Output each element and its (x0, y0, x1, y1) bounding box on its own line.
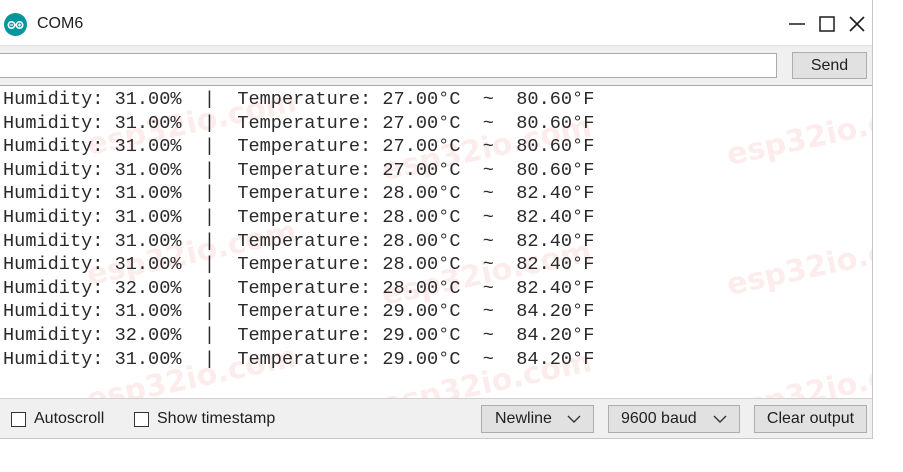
log-line: Humidity: 31.00% | Temperature: 27.00°C … (3, 112, 595, 134)
log-line: Humidity: 31.00% | Temperature: 27.00°C … (3, 136, 595, 158)
maximize-button[interactable] (816, 13, 838, 35)
chevron-down-icon (567, 415, 581, 423)
watermark: esp32io.com (723, 94, 872, 173)
log-line: Humidity: 32.00% | Temperature: 29.00°C … (3, 324, 595, 346)
baud-rate-value: 9600 baud (621, 410, 697, 427)
log-line: Humidity: 31.00% | Temperature: 27.00°C … (3, 89, 595, 110)
log-line: Humidity: 31.00% | Temperature: 29.00°C … (3, 348, 595, 370)
log-line: Humidity: 31.00% | Temperature: 28.00°C … (3, 254, 595, 276)
send-button[interactable]: Send (792, 52, 867, 79)
serial-input[interactable] (0, 53, 777, 78)
log-line: Humidity: 31.00% | Temperature: 29.00°C … (3, 301, 595, 323)
title-bar: COM6 (0, 0, 872, 45)
window-title: COM6 (37, 15, 84, 32)
line-ending-select[interactable]: Newline (481, 405, 594, 433)
close-icon (849, 16, 865, 32)
serial-output[interactable]: esp32io.com esp32io.com esp32io.com esp3… (0, 85, 872, 398)
show-timestamp-label: Show timestamp (157, 410, 276, 427)
log-lines: Humidity: 31.00% | Temperature: 27.00°C … (3, 88, 594, 371)
watermark: esp32io.com (723, 349, 872, 398)
minimize-button[interactable] (786, 13, 808, 35)
status-bar: Autoscroll Show timestamp Newline 9600 b… (0, 398, 872, 438)
log-line: Humidity: 31.00% | Temperature: 28.00°C … (3, 230, 595, 252)
close-button[interactable] (846, 13, 868, 35)
arduino-logo-icon (4, 13, 27, 36)
serial-monitor-window: COM6 Send esp32io.com esp32io.com esp32i… (0, 0, 873, 439)
autoscroll-checkbox[interactable]: Autoscroll (11, 410, 104, 428)
maximize-icon (819, 16, 835, 32)
autoscroll-checkbox-box[interactable] (11, 411, 26, 427)
watermark: esp32io.com (723, 224, 872, 303)
chevron-down-icon (713, 415, 727, 423)
send-bar: Send (0, 45, 872, 86)
show-timestamp-checkbox-box[interactable] (134, 411, 149, 427)
minimize-icon (789, 23, 805, 25)
log-line: Humidity: 31.00% | Temperature: 28.00°C … (3, 183, 595, 205)
clear-output-button[interactable]: Clear output (754, 405, 867, 433)
autoscroll-label: Autoscroll (34, 410, 105, 427)
show-timestamp-checkbox[interactable]: Show timestamp (134, 410, 275, 428)
log-line: Humidity: 31.00% | Temperature: 28.00°C … (3, 206, 595, 228)
log-line: Humidity: 31.00% | Temperature: 27.00°C … (3, 159, 595, 181)
log-line: Humidity: 32.00% | Temperature: 28.00°C … (3, 277, 595, 299)
baud-rate-select[interactable]: 9600 baud (608, 405, 740, 433)
line-ending-value: Newline (495, 410, 552, 427)
